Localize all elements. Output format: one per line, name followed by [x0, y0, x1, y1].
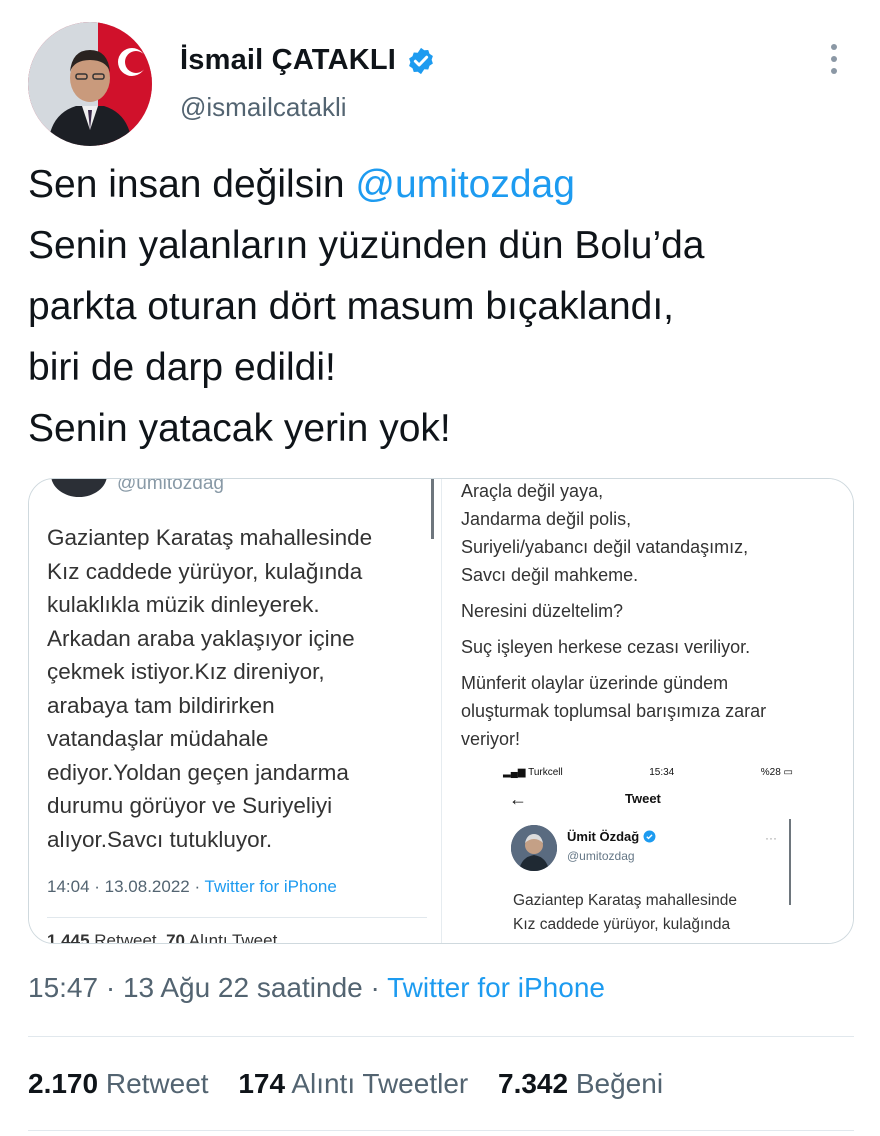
- verified-badge-icon: [409, 47, 433, 74]
- phone-more-icon: ···: [765, 831, 777, 845]
- tweet-text: Sen insan değilsin @umitozdag Senin yala…: [28, 154, 848, 459]
- author-handle[interactable]: @ismailcatakli: [180, 92, 347, 123]
- author-avatar-image: [28, 22, 152, 146]
- phone-carrier-text: Turkcell: [528, 767, 563, 778]
- quotes-count: 174: [238, 1068, 286, 1099]
- reply-line: Jandarma değil polis,: [461, 509, 632, 529]
- screenshot-meta-time: 14:04 · 13.08.2022 ·: [47, 877, 205, 896]
- back-arrow-icon: ←: [509, 789, 527, 809]
- reply-line: Araçla değil yaya,: [461, 481, 604, 501]
- retweets-count: 2.170: [28, 1068, 99, 1099]
- screenshot-meta: 14:04 · 13.08.2022 · Twitter for iPhone: [47, 877, 337, 897]
- screenshot-line: arabaya tam bildirirken: [47, 692, 275, 718]
- screenshot-stats: 1.445 Retweet 70 Alıntı Tweet: [47, 931, 277, 943]
- phone-author-name: Ümit Özdağ: [567, 829, 656, 844]
- phone-line: Gaziantep Karataş mahallesinde: [513, 892, 738, 909]
- screenshot-line: ediyor.Yoldan geçen jandarma: [47, 759, 349, 785]
- tweet-line: parkta oturan dört masum bıçaklandı,: [28, 285, 674, 328]
- phone-battery: %28 ▭: [761, 767, 793, 778]
- signal-icon: ▂▄▆: [503, 767, 529, 778]
- phone-time: 15:34: [649, 767, 675, 778]
- tweet-line: Senin yalanların yüzünden dün Bolu’da: [28, 224, 705, 267]
- divider: [28, 1036, 854, 1037]
- author-name-row[interactable]: İsmail ÇATAKLI: [180, 44, 436, 77]
- screenshot-quote-count: 70: [166, 931, 186, 943]
- reply-line: Suç işleyen herkese cezası veriliyor.: [461, 637, 751, 657]
- phone-author-name-text: Ümit Özdağ: [567, 829, 640, 844]
- engagement-stats: 2.170 Retweet 174 Alıntı Tweetler 7.342 …: [28, 1068, 685, 1100]
- more-options-icon[interactable]: [826, 42, 842, 76]
- tweet-line: biri de darp edildi!: [28, 346, 336, 389]
- screenshot-line: Arkadan araba yaklaşıyor içine: [47, 625, 355, 651]
- likes-count: 7.342: [498, 1068, 569, 1099]
- author-avatar[interactable]: [28, 22, 152, 146]
- likes-stat[interactable]: 7.342 Beğeni: [498, 1068, 663, 1099]
- divider: [28, 1130, 854, 1131]
- screenshot-line: vatandaşlar müdahale: [47, 726, 269, 751]
- reply-line: Münferit olaylar üzerinde gündem: [461, 673, 729, 693]
- screenshot-avatar: [51, 479, 107, 497]
- screenshot-retweet-label: Retweet: [89, 931, 157, 943]
- screenshot-tweet-text: Gaziantep Karataş mahallesinde Kız cadde…: [47, 521, 427, 856]
- tweet-line: Sen insan değilsin @umitozdag: [28, 154, 848, 215]
- tweet-line-text: Sen insan değilsin: [28, 163, 356, 206]
- phone-carrier: ▂▄▆ Turkcell: [503, 767, 563, 778]
- screenshot-quote-label: Alıntı Tweet: [185, 931, 278, 943]
- tweet-line: Senin yatacak yerin yok!: [28, 407, 451, 450]
- timestamp-text[interactable]: 15:47 · 13 Ağu 22 saatinde ·: [28, 972, 387, 1003]
- phone-author-handle: @umitozdag: [567, 849, 635, 863]
- reply-line: veriyor!: [461, 729, 521, 749]
- reply-line: Suriyeli/yabancı değil vatandaşımız,: [461, 537, 749, 557]
- quotes-stat[interactable]: 174 Alıntı Tweetler: [238, 1068, 468, 1099]
- phone-page-title: Tweet: [625, 791, 661, 806]
- screenshot-line: çekmek istiyor.Kız direniyor,: [47, 659, 325, 684]
- screenshot-meta-source: Twitter for iPhone: [204, 877, 337, 896]
- phone-scrollbar: [789, 819, 791, 905]
- reply-line: oluşturmak toplumsal barışımıza zarar: [461, 701, 767, 721]
- screenshot-reply-text: Araçla değil yaya, Jandarma değil polis,…: [461, 479, 841, 753]
- screenshot-handle: @umitozdag: [117, 479, 224, 494]
- screenshot-scrollbar: [431, 479, 434, 539]
- mention-link[interactable]: @umitozdag: [355, 163, 575, 206]
- retweets-stat[interactable]: 2.170 Retweet: [28, 1068, 209, 1099]
- tweet-media[interactable]: @umitozdag Gaziantep Karataş mahallesind…: [28, 478, 854, 944]
- phone-verified-icon: [643, 830, 656, 843]
- quotes-label: Alıntı Tweetler: [291, 1068, 469, 1099]
- author-name[interactable]: İsmail ÇATAKLI: [180, 44, 396, 77]
- screenshot-line: Gaziantep Karataş mahallesinde: [47, 525, 373, 550]
- tweet-timestamp: 15:47 · 13 Ağu 22 saatinde · Twitter for…: [28, 972, 605, 1004]
- reply-line: Neresini düzeltelim?: [461, 601, 624, 621]
- screenshot-line: kulaklıkla müzik dinleyerek.: [47, 592, 320, 617]
- phone-author-avatar-image: [511, 825, 557, 871]
- source-link[interactable]: Twitter for iPhone: [387, 972, 605, 1003]
- likes-label: Beğeni: [575, 1068, 664, 1099]
- media-image-left[interactable]: @umitozdag Gaziantep Karataş mahallesind…: [29, 479, 441, 943]
- phone-battery-text: %28: [760, 767, 781, 778]
- phone-author-avatar: [511, 825, 557, 871]
- screenshot-divider: [47, 917, 427, 918]
- phone-status-bar: ▂▄▆ Turkcell 15:34 %28 ▭: [503, 767, 793, 778]
- screenshot-line: Kız caddede yürüyor, kulağında: [47, 558, 363, 584]
- retweets-label: Retweet: [105, 1068, 209, 1099]
- phone-line: Kız caddede yürüyor, kulağında: [513, 916, 731, 933]
- screenshot-line: alıyor.Savcı tutukluyor.: [47, 826, 273, 852]
- phone-tweet-text: Gaziantep Karataş mahallesinde Kız cadde…: [513, 889, 737, 937]
- battery-icon: ▭: [780, 767, 793, 778]
- media-image-right[interactable]: Araçla değil yaya, Jandarma değil polis,…: [443, 479, 853, 943]
- screenshot-retweet-count: 1.445: [47, 931, 90, 943]
- reply-line: Savcı değil mahkeme.: [461, 565, 639, 585]
- screenshot-line: durumu görüyor ve Suriyeliyi: [47, 793, 333, 818]
